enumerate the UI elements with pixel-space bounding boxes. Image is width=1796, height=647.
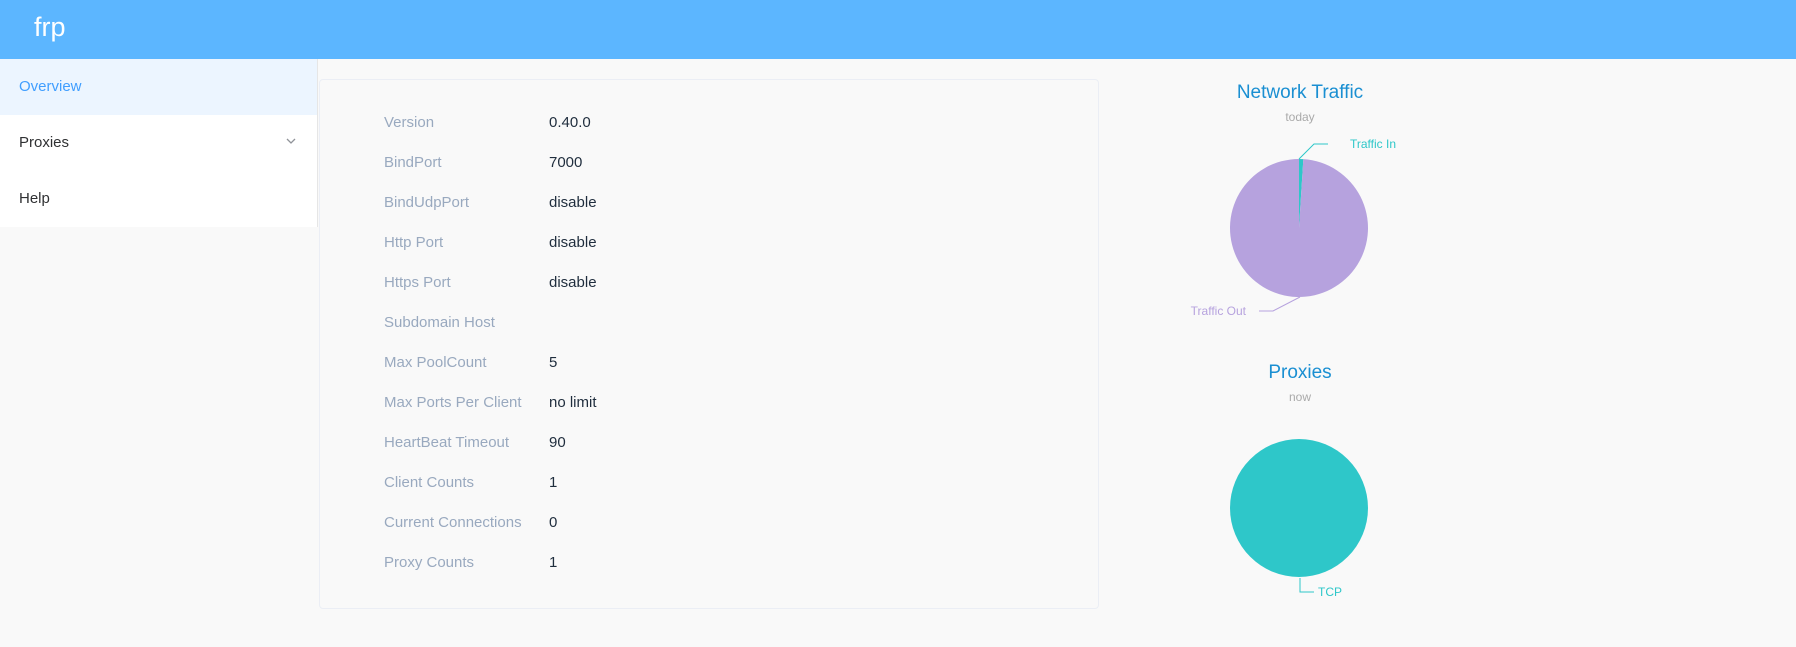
pie-slice-traffic-out[interactable]: [1230, 159, 1368, 297]
info-key: Max PoolCount: [384, 354, 487, 371]
leader-line-tcp: [1299, 578, 1314, 593]
network-traffic-svg: Network Traffic today Traffic In Traffic…: [1191, 82, 1396, 318]
sidebar-item-label: Help: [19, 190, 50, 207]
info-value: 7000: [549, 154, 583, 171]
proxies-chart: Proxies now TCP: [1120, 352, 1480, 612]
info-value: disable: [549, 234, 597, 251]
sidebar-item-label: Overview: [19, 78, 82, 95]
info-key: HeartBeat Timeout: [384, 434, 510, 451]
top-bar: frp: [0, 0, 1796, 59]
info-value: 0.40.0: [549, 114, 591, 131]
info-value: 90: [549, 434, 566, 451]
info-key: Http Port: [384, 234, 444, 251]
info-key: Proxy Counts: [384, 554, 475, 571]
chart-subtitle: now: [1289, 390, 1311, 404]
info-key: Max Ports Per Client: [384, 394, 522, 411]
slice-label-traffic-in: Traffic In: [1350, 137, 1396, 151]
chart-title: Proxies: [1268, 362, 1331, 383]
info-key: BindPort: [384, 154, 442, 171]
chart-title: Network Traffic: [1237, 82, 1363, 103]
sidebar-item-overview[interactable]: Overview: [0, 59, 317, 115]
info-value: 5: [549, 354, 558, 371]
info-key: Version: [384, 114, 435, 131]
info-key: Https Port: [384, 274, 451, 291]
chevron-down-icon: [286, 138, 296, 144]
chart-subtitle: today: [1285, 110, 1314, 124]
info-key: Client Counts: [384, 474, 475, 491]
sidebar: Overview Proxies Help: [0, 59, 318, 227]
leader-line-traffic-out: [1259, 296, 1301, 312]
pie-slices: [1230, 439, 1368, 577]
brand-logo[interactable]: frp: [34, 10, 66, 44]
sidebar-item-help[interactable]: Help: [0, 171, 317, 227]
pie-slices: [1230, 159, 1368, 297]
info-value: disable: [549, 194, 597, 211]
network-traffic-chart: Network Traffic today Traffic In Traffic…: [1120, 72, 1480, 332]
slice-label-tcp: TCP: [1318, 585, 1342, 599]
sidebar-item-proxies[interactable]: Proxies: [0, 115, 317, 171]
leader-line-traffic-in: [1298, 143, 1328, 160]
server-info-panel: Version 0.40.0 BindPort 7000 BindUdpPort…: [319, 79, 1099, 609]
info-value: disable: [549, 274, 597, 291]
info-value: 1: [549, 554, 558, 571]
info-key: BindUdpPort: [384, 194, 470, 211]
info-value: 0: [549, 514, 558, 531]
info-key: Subdomain Host: [384, 314, 495, 331]
proxies-svg: Proxies now TCP: [1230, 362, 1368, 599]
info-key: Current Connections: [384, 514, 522, 531]
slice-label-traffic-out: Traffic Out: [1191, 304, 1247, 318]
pie-slice-tcp[interactable]: [1230, 439, 1368, 577]
info-value: 1: [549, 474, 558, 491]
sidebar-item-label: Proxies: [19, 134, 70, 151]
info-value: no limit: [549, 394, 597, 411]
